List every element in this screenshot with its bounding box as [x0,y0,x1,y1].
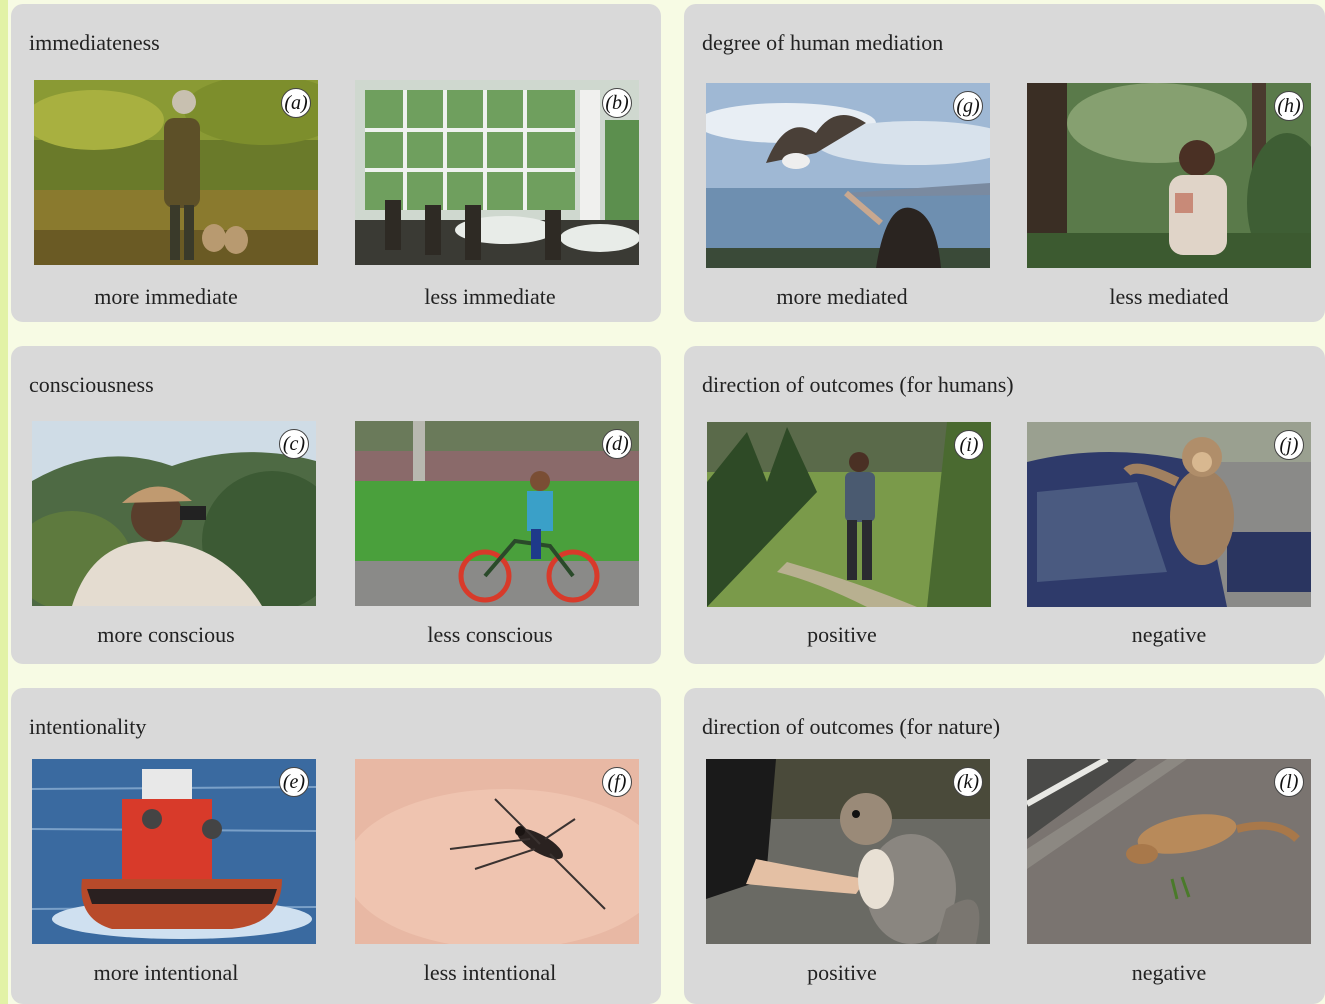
photo-hiker-in-forest: (h) [1027,83,1311,268]
panel-title: direction of outcomes (for nature) [702,714,1001,739]
figure-letter-badge: (g) [953,91,983,121]
photo-squirrel-fed-by-hand: (k) [706,759,990,944]
figure-letter-badge: (e) [279,767,309,797]
caption: positive [807,622,877,647]
panel-degree-of-human-mediation: degree of human mediation (g) (h) more m… [684,4,1325,322]
left-accent-bar [0,0,8,1004]
figure-letter-badge: (h) [1274,91,1304,121]
photo-boy-riding-bicycle: (d) [355,421,639,606]
figure-letter-badge: (j) [1274,430,1304,460]
caption: negative [1131,622,1207,647]
caption: more conscious [97,622,235,647]
caption: negative [1131,960,1207,985]
figure-letter-badge: (l) [1274,767,1304,797]
panel-consciousness: consciousness (c) (d) more conscious les… [11,346,661,664]
figure-letter-badge: (k) [953,767,983,797]
photo-hiker-on-trail: (i) [707,422,991,607]
caption: less mediated [1109,284,1229,309]
panel-title: intentionality [29,714,147,739]
panel-direction-of-outcomes-humans: direction of outcomes (for humans) (i) (… [684,346,1325,664]
figure-letter-badge: (d) [602,429,632,459]
caption: less immediate [424,284,556,309]
photo-restaurant-interior: (b) [355,80,639,265]
figure-letter-badge: (f) [602,767,632,797]
caption: more mediated [776,284,908,309]
figure-letter-badge: (c) [279,429,309,459]
panel-immediateness: immediateness (a) (b) more immediate les… [11,4,661,322]
panel-title: consciousness [29,372,154,397]
panel-intentionality: intentionality (e) (f) more intentional … [11,688,661,1004]
panel-title: degree of human mediation [702,30,944,55]
photo-man-with-binoculars: (c) [32,421,316,606]
panel-direction-of-outcomes-nature: direction of outcomes (for nature) (k) (… [684,688,1325,1004]
panel-title: immediateness [29,30,160,55]
figure-letter-badge: (a) [281,88,311,118]
caption: more immediate [94,284,238,309]
photo-mosquito-on-skin: (f) [355,759,639,944]
figure-letter-badge: (b) [602,88,632,118]
caption: positive [807,960,877,985]
caption: more intentional [93,960,239,985]
photo-monkey-on-car: (j) [1027,422,1311,607]
photo-gull-feeding-by-sea: (g) [706,83,990,268]
photo-man-with-dogs-by-pond: (a) [34,80,318,265]
panel-title: direction of outcomes (for humans) [702,372,1014,397]
caption: less intentional [423,960,557,985]
photo-dead-animal-on-road: (l) [1027,759,1311,944]
photo-rescue-boat: (e) [32,759,316,944]
caption: less conscious [427,622,553,647]
figure-letter-badge: (i) [954,430,984,460]
